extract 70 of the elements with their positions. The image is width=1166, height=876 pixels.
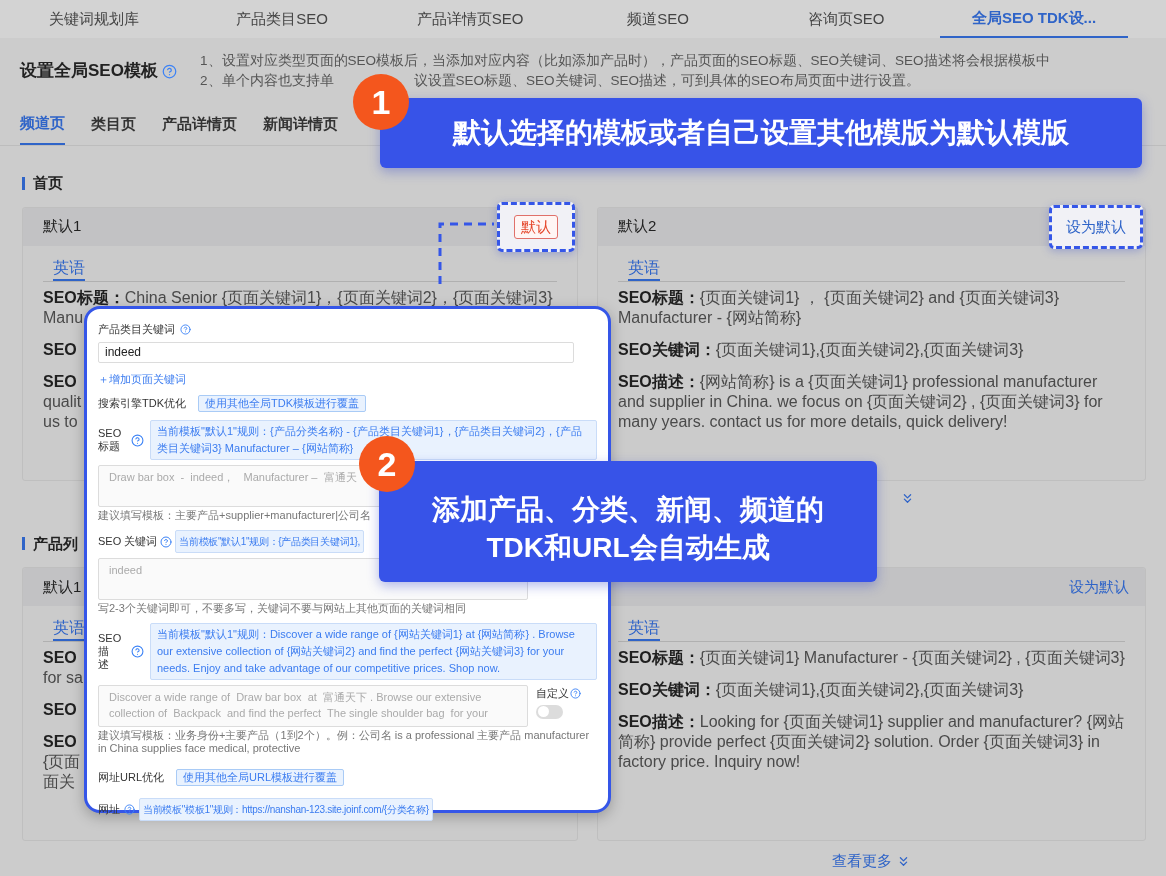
custom-label: 自定义	[536, 686, 569, 701]
help-icon[interactable]	[160, 535, 173, 548]
override-template-button[interactable]: 使用其他全局TDK模板进行覆盖	[198, 395, 366, 412]
template-name: 默认1	[43, 216, 82, 237]
toggle-switch[interactable]	[536, 704, 563, 719]
top-tab[interactable]: 全局SEO TDK设...	[940, 0, 1128, 38]
seo-line: SEO关键词：{页面关键词1},{页面关键词2},{页面关键词3}	[618, 680, 1024, 700]
language-tab[interactable]: 英语	[628, 617, 660, 641]
keyword-input[interactable]: indeed	[98, 341, 574, 363]
default-tag: 默认	[514, 214, 558, 239]
page-type-tab[interactable]: 产品详情页	[162, 104, 237, 145]
help-icon[interactable]	[131, 645, 144, 658]
seo-line: SEO描述：{网站简称} is a {页面关键词1} professional manufacturer and supplier in China. we focus on {页面关键词2} , {页面关键词3} for many years. contact us for more details, quick delivery!	[618, 371, 1104, 432]
section-title: 产品列	[33, 533, 78, 554]
seo-line: SEO描述：Looking for {页面关键词1} supplier and manufacturer? {网站简称} provide perfect {页面关键词2} solution. Order {页面关键词3} in factory price. Inquiry now!	[618, 712, 1125, 772]
top-tab[interactable]: 频道SEO	[564, 0, 752, 38]
language-tab[interactable]: 英语	[53, 256, 85, 281]
top-tab[interactable]: 关键词规划库	[0, 0, 188, 38]
seo-line: SEO	[43, 339, 77, 360]
field-label: SEO 标题	[98, 427, 122, 453]
field-label: SEO 关键词	[98, 535, 158, 548]
seo-line: Manu	[43, 307, 84, 328]
template-name: 默认1	[43, 576, 82, 597]
override-url-button[interactable]: 使用其他全局URL模板进行覆盖	[176, 769, 345, 786]
page-type-tab[interactable]: 新闻详情页	[263, 104, 338, 145]
top-tab[interactable]: 咨询页SEO	[752, 0, 940, 38]
seo-line: SEO关键词：{页面关键词1},{页面关键词2},{页面关键词3}	[618, 339, 1024, 360]
connector-line	[438, 222, 494, 284]
top-tab[interactable]: 产品类目SEO	[188, 0, 376, 38]
field-label: SEO 描 述	[98, 632, 122, 671]
field-label: 网址	[98, 802, 120, 818]
seo-line: SEO	[43, 700, 77, 720]
field-label: 产品类目关键词	[98, 322, 175, 337]
help-icon[interactable]	[124, 804, 135, 815]
instruction-text: 2、单个内容也支持单	[200, 72, 334, 90]
seo-line: SEO	[43, 732, 77, 752]
callout-text: 默认选择的模板或者自己设置其他模版为默认模版	[453, 116, 1069, 150]
top-tab[interactable]: 产品详情页SEO	[376, 0, 564, 38]
help-icon[interactable]	[180, 323, 191, 335]
seo-line: SEO	[43, 371, 77, 392]
set-default-link[interactable]: 设为默认	[1066, 217, 1126, 236]
section-label: 搜索引擎TDK优化	[98, 396, 186, 412]
seo-line: us to	[43, 411, 78, 432]
view-more-link[interactable]: 查看更多	[832, 851, 911, 871]
step-number-badge: 1	[353, 74, 409, 130]
page-type-tab[interactable]: 类目页	[91, 104, 136, 145]
seo-line: SEO标题：{页面关键词1} Manufacturer - {页面关键词2} , {页面关键词3}	[618, 648, 1125, 668]
seo-line: for sa	[43, 668, 83, 688]
seo-line: SEO	[43, 648, 77, 668]
template-name: 默认2	[618, 216, 657, 237]
instruction-text: 1、设置对应类型页面的SEO模板后，当添加对应内容（比如添加产品时），产品页面的SEO标题、SEO关键词、SEO描述将会根据模板中	[200, 52, 1050, 70]
seo-line: {页面	[43, 752, 81, 772]
field-hint: 建议填写模板：业务身份+主要产品（1到2个）。例：公司名 is a professional 主要产品 manufacturer in China supplies face medical, protective	[98, 729, 591, 755]
section-title: 首页	[33, 173, 63, 193]
instruction-text: 议设置SEO标题、SEO关键词、SEO描述，可到具体的SEO布局页面中进行设置。	[413, 72, 920, 90]
page-type-tab[interactable]: 频道页	[20, 104, 65, 145]
field-hint: 写2-3个关键词即可，不要多写，关键词不要与网站上其他页面的关键词相同	[98, 602, 466, 615]
language-tab[interactable]: 英语	[628, 256, 660, 281]
seo-line: 面关	[43, 772, 75, 792]
seo-line: SEO标题：China Senior {页面关键词1}，{页面关键词2}，{页面关键词3}	[43, 287, 553, 308]
add-keyword-link[interactable]: ＋增加页面关键词	[98, 370, 186, 387]
section-label: 网址URL优化	[98, 770, 164, 786]
field-hint: 建议填写模板：主要产品+supplier+manufacturer|公司名	[98, 509, 372, 522]
help-icon[interactable]	[570, 687, 581, 699]
seo-line: SEO标题：{页面关键词1} ， {页面关键词2} and {页面关键词3} Manufacturer - {网站简称}	[618, 287, 1061, 328]
text-area[interactable]: Discover a wide range of Draw bar box at 富通天下 . Browse our extensive collection of Backpack and find the perfect The single shoulder bag for your	[98, 685, 528, 727]
seo-line: qualit	[43, 391, 82, 412]
page-title: 设置全局SEO模板	[20, 60, 158, 83]
help-icon[interactable]	[131, 433, 144, 447]
set-default-link[interactable]: 设为默认	[1069, 578, 1129, 596]
